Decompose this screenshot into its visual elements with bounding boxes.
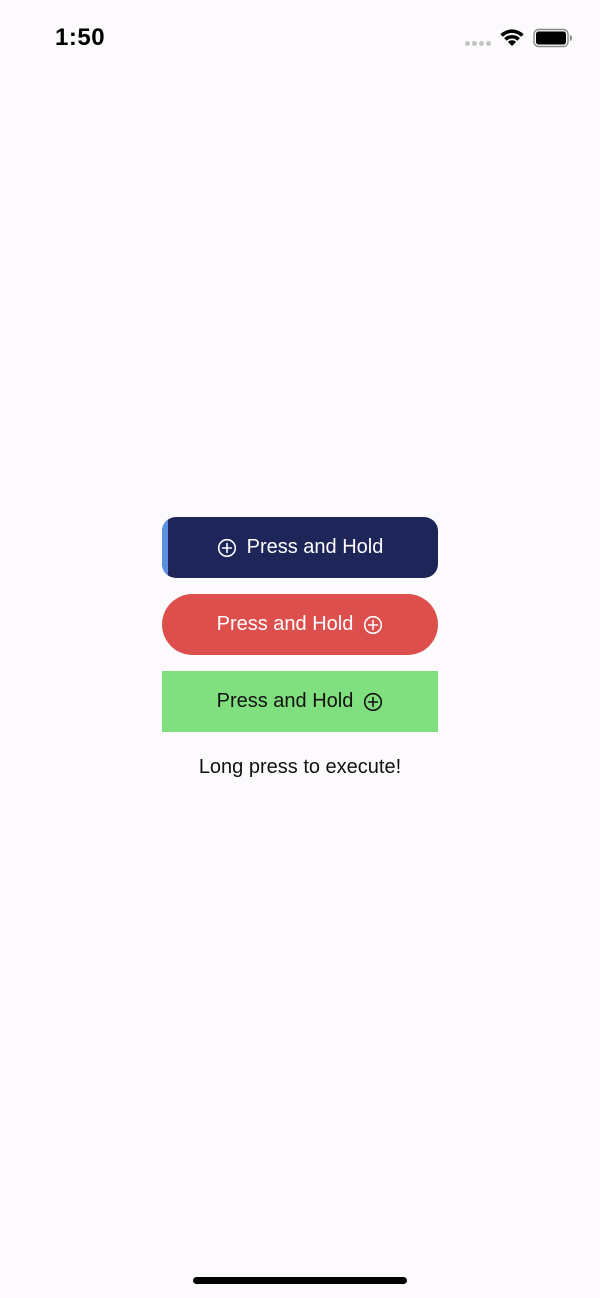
button-label: Press and Hold xyxy=(216,690,354,712)
press-and-hold-button-red[interactable]: Press and Hold xyxy=(162,594,438,655)
plus-circle-icon xyxy=(363,615,383,635)
press-and-hold-button-green[interactable]: Press and Hold xyxy=(162,671,438,732)
hold-progress-fill xyxy=(162,517,168,578)
press-and-hold-button-navy[interactable]: Press and Hold xyxy=(162,517,438,578)
cellular-signal-icon xyxy=(465,41,491,46)
button-label: Press and Hold xyxy=(216,613,354,635)
button-label: Press and Hold xyxy=(246,536,384,558)
plus-circle-icon xyxy=(363,692,383,712)
plus-circle-icon xyxy=(217,538,237,558)
instruction-caption: Long press to execute! xyxy=(198,756,402,778)
status-bar: 1:50 xyxy=(0,0,600,80)
wifi-icon xyxy=(499,27,525,47)
status-time: 1:50 xyxy=(55,24,106,51)
battery-icon xyxy=(533,28,573,48)
home-indicator[interactable] xyxy=(193,1277,407,1284)
